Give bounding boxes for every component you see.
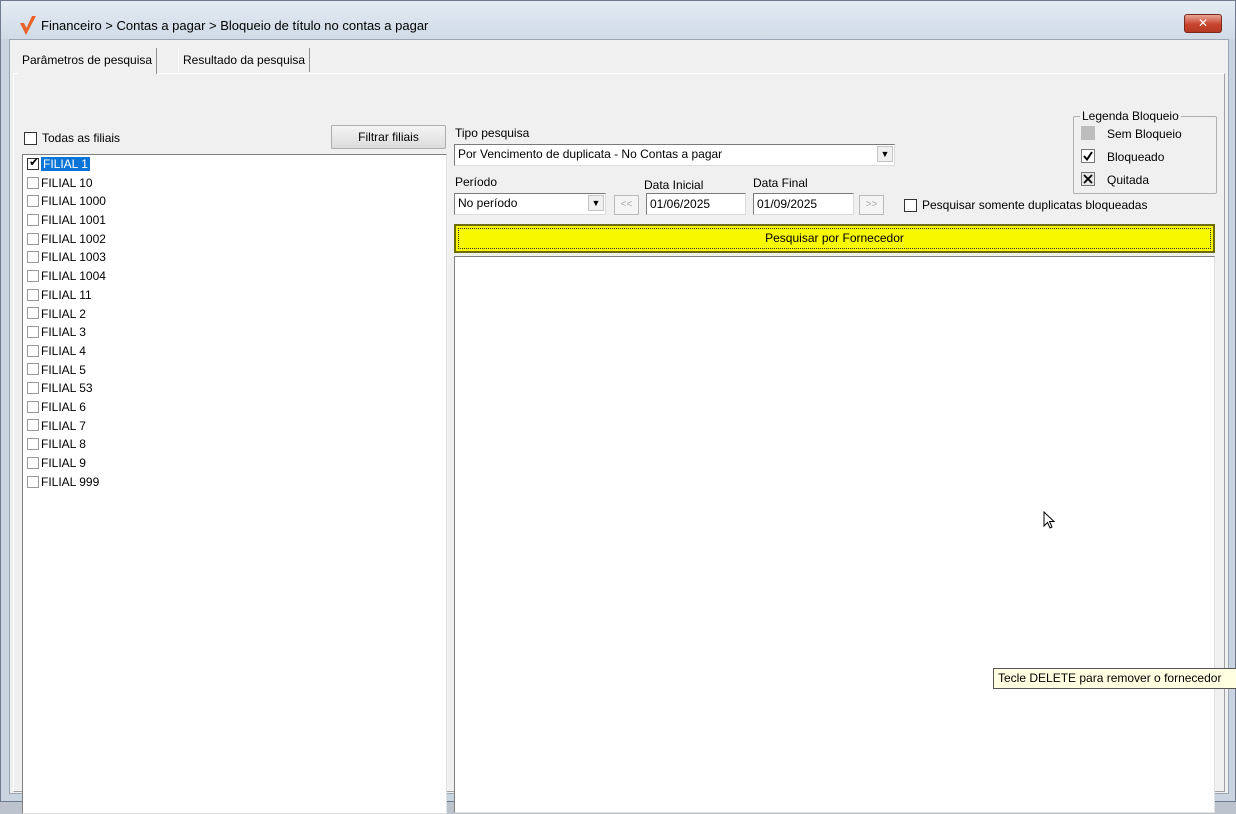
filtrar-filiais-button[interactable]: Filtrar filiais [331, 125, 446, 149]
filial-checkbox[interactable] [27, 419, 39, 432]
filial-list-item[interactable]: ✔ FILIAL 1 [23, 155, 446, 174]
check-icon: ✔ [29, 154, 40, 169]
filial-checkbox[interactable] [27, 400, 39, 413]
filial-checkbox[interactable]: ✔ [27, 154, 40, 170]
filial-list-item[interactable]: FILIAL 53 [23, 379, 446, 398]
check-icon [1081, 149, 1095, 163]
filial-label: FILIAL 6 [41, 399, 86, 414]
legenda-bloqueio-group: Legenda Bloqueio Sem Bloqueio Bloqueado [1073, 109, 1217, 194]
app-window: Financeiro > Contas a pagar > Bloqueio d… [0, 0, 1236, 814]
filial-checkbox[interactable] [27, 176, 39, 189]
app-logo-icon [20, 16, 36, 35]
filial-label: FILIAL 8 [41, 437, 86, 452]
chevron-down-icon[interactable]: ▼ [877, 146, 893, 162]
filial-list-item[interactable]: FILIAL 3 [23, 323, 446, 342]
filial-list-item[interactable]: FILIAL 10 [23, 174, 446, 193]
filial-list-item[interactable]: FILIAL 1000 [23, 192, 446, 211]
tipo-pesquisa-label: Tipo pesquisa [455, 126, 530, 140]
filial-list-item[interactable]: FILIAL 2 [23, 305, 446, 324]
filial-checkbox[interactable] [27, 363, 39, 376]
filial-label: FILIAL 1002 [41, 231, 106, 246]
window-title: Financeiro > Contas a pagar > Bloqueio d… [41, 18, 429, 33]
tipo-pesquisa-value: Por Vencimento de duplicata - No Contas … [458, 147, 723, 161]
filial-label: FILIAL 9 [41, 456, 86, 470]
data-inicial-label: Data Inicial [644, 178, 704, 192]
somente-bloqueadas-row[interactable]: Pesquisar somente duplicatas bloqueadas [904, 198, 1148, 213]
filial-checkbox[interactable] [27, 307, 39, 320]
filial-label: FILIAL 1003 [41, 250, 106, 265]
title-bar: Financeiro > Contas a pagar > Bloqueio d… [1, 1, 1235, 39]
todas-filiais-label: Todas as filiais [42, 131, 121, 145]
filial-label: FILIAL 1000 [41, 194, 106, 209]
filial-label: FILIAL 1001 [41, 213, 106, 228]
filial-list-item[interactable]: FILIAL 5 [23, 361, 446, 380]
filial-checkbox[interactable] [27, 438, 39, 451]
gray-square-icon [1081, 126, 1095, 140]
filial-checkbox[interactable] [27, 195, 39, 208]
filial-list[interactable]: ✔ FILIAL 1 FILIAL 10 FILIAL 1000 FILIAL 1001… [22, 154, 447, 814]
filial-list-item[interactable]: FILIAL 1002 [23, 230, 446, 249]
filial-label: FILIAL 2 [41, 306, 86, 321]
tab-parametros-de-pesquisa[interactable]: Parâmetros de pesquisa [18, 48, 158, 74]
filial-list-item[interactable]: FILIAL 999 [23, 473, 446, 492]
filial-checkbox[interactable] [27, 456, 39, 469]
filial-checkbox[interactable] [27, 288, 39, 301]
filial-checkbox[interactable] [27, 475, 39, 488]
filial-list-item[interactable]: FILIAL 4 [23, 342, 446, 361]
filial-label: FILIAL 1 [41, 157, 90, 171]
filial-list-item[interactable]: FILIAL 9 [23, 454, 446, 473]
filial-checkbox[interactable] [27, 326, 39, 339]
filial-checkbox[interactable] [27, 213, 39, 226]
periodo-label: Período [455, 175, 498, 189]
filial-label: FILIAL 53 [41, 381, 93, 396]
x-icon [1081, 172, 1095, 186]
filial-label: FILIAL 5 [41, 362, 86, 377]
filial-label: FILIAL 3 [41, 325, 86, 340]
filial-list-item[interactable]: FILIAL 11 [23, 286, 446, 305]
filial-checkbox[interactable] [27, 344, 39, 357]
tipo-pesquisa-select[interactable]: Por Vencimento de duplicata - No Contas … [454, 144, 895, 166]
legend-label-bloqueado: Bloqueado [1107, 150, 1165, 164]
legend-label-sem-bloqueio: Sem Bloqueio [1107, 127, 1182, 141]
periodo-select[interactable]: No período ▼ [454, 193, 606, 215]
filial-list-item[interactable]: FILIAL 7 [23, 417, 446, 436]
filial-list-item[interactable]: FILIAL 8 [23, 435, 446, 454]
tab-resultado-da-pesquisa[interactable]: Resultado da pesquisa [178, 48, 311, 72]
legend-label-quitada: Quitada [1107, 173, 1150, 187]
close-button[interactable]: ✕ [1184, 14, 1222, 33]
pesquisar-por-fornecedor-button[interactable]: Pesquisar por Fornecedor [454, 224, 1215, 253]
periodo-value: No período [458, 196, 518, 210]
previous-period-button[interactable]: << [614, 195, 639, 215]
data-inicial-input[interactable]: 01/06/2025 [646, 193, 746, 215]
tooltip: Tecle DELETE para remover o fornecedor [993, 668, 1236, 689]
filial-checkbox[interactable] [27, 251, 39, 264]
next-period-button[interactable]: >> [859, 195, 884, 215]
filial-checkbox[interactable] [27, 232, 39, 245]
filial-list-item[interactable]: FILIAL 1003 [23, 248, 446, 267]
filial-label: FILIAL 10 [41, 175, 93, 190]
somente-bloqueadas-checkbox[interactable] [904, 199, 917, 213]
filial-label: FILIAL 7 [41, 418, 86, 433]
mouse-cursor-icon [1043, 511, 1056, 529]
todas-filiais-checkbox[interactable] [24, 132, 37, 146]
filial-checkbox[interactable] [27, 269, 39, 282]
filial-label: FILIAL 4 [41, 343, 86, 358]
todas-filiais-checkbox-row[interactable]: Todas as filiais [24, 131, 121, 146]
filial-label: FILIAL 1004 [41, 269, 106, 284]
chevron-down-icon[interactable]: ▼ [588, 195, 604, 211]
filial-label: FILIAL 11 [41, 287, 92, 302]
filial-list-item[interactable]: FILIAL 6 [23, 398, 446, 417]
legenda-bloqueio-title: Legenda Bloqueio [1080, 109, 1181, 123]
filial-list-item[interactable]: FILIAL 1004 [23, 267, 446, 286]
filial-label: FILIAL 999 [41, 474, 100, 489]
fornecedor-grid[interactable] [454, 256, 1215, 813]
filial-list-item[interactable]: FILIAL 1001 [23, 211, 446, 230]
somente-bloqueadas-label: Pesquisar somente duplicatas bloqueadas [922, 198, 1148, 212]
filial-checkbox[interactable] [27, 382, 39, 395]
data-final-input[interactable]: 01/09/2025 [753, 193, 854, 215]
data-final-label: Data Final [753, 176, 808, 190]
